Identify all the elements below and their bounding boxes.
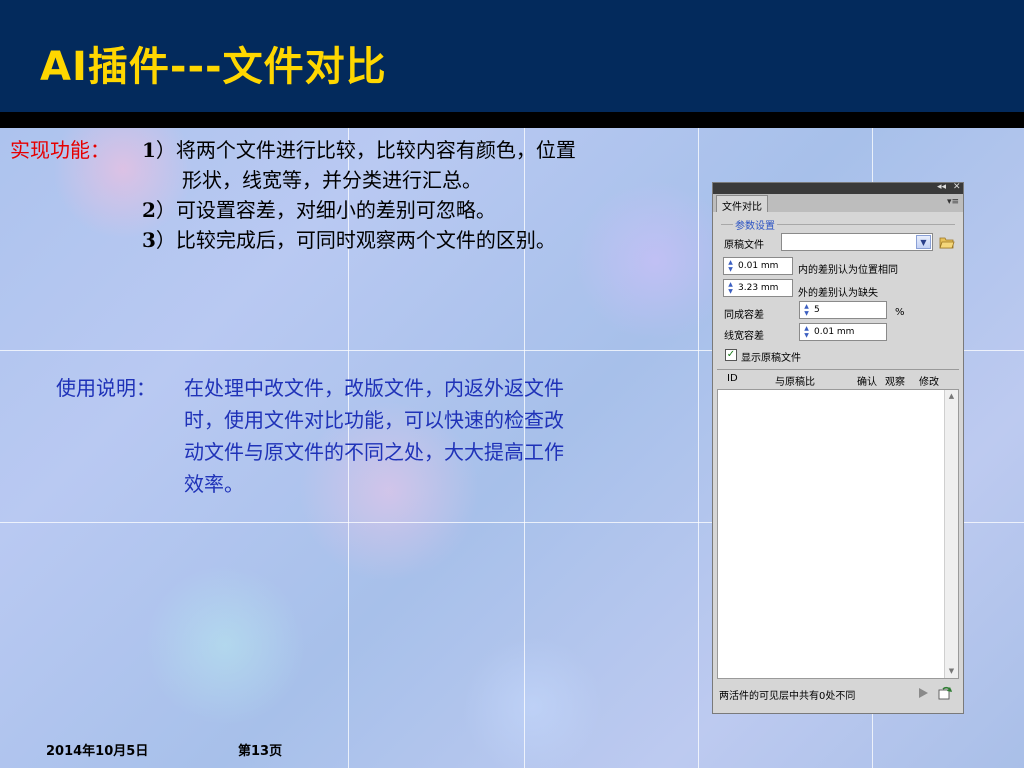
stepper-arrows-icon[interactable]: ▲ ▼ — [725, 259, 736, 273]
slide-header: AI插件---文件对比 — [0, 0, 1024, 112]
features-label: 实现功能： — [10, 138, 110, 162]
inner-tolerance-desc: 内的差别认为位置相同 — [798, 265, 898, 276]
stepper-arrows-icon[interactable]: ▲ ▼ — [725, 281, 736, 295]
stroke-tolerance-label: 线宽容差 — [724, 331, 764, 342]
scroll-down-icon[interactable]: ▼ — [945, 665, 958, 678]
slide-title: AI插件---文件对比 — [40, 44, 387, 90]
usage-label: 使用说明： — [56, 376, 156, 400]
color-tolerance-unit: % — [895, 307, 905, 318]
difference-list[interactable]: ▲ ▼ — [717, 389, 959, 679]
group-label: 参数设置 — [733, 217, 777, 232]
grid-line — [698, 127, 699, 768]
usage-line: 在处理中改文件，改版文件，内返外返文件 — [184, 376, 564, 400]
footer-date: 2014年10月5日 — [46, 744, 149, 759]
feature-item-1: 1）将两个文件进行比较，比较内容有颜色，位置 — [142, 138, 576, 162]
chevron-down-icon[interactable]: ▼ — [916, 235, 931, 249]
list-header: ID 与原稿比 确认 观察 修改 — [717, 369, 959, 388]
column-compare[interactable]: 与原稿比 — [775, 373, 815, 388]
color-tolerance-stepper[interactable]: ▲ ▼ 5 — [799, 301, 887, 319]
refresh-icon[interactable] — [937, 685, 953, 701]
footer-page-number: 第13页 — [238, 744, 283, 759]
tab-file-compare[interactable]: 文件对比 — [716, 195, 768, 213]
column-modify[interactable]: 修改 — [919, 373, 939, 388]
show-original-label: 显示原稿文件 — [741, 353, 801, 364]
original-file-label: 原稿文件 — [724, 240, 764, 251]
status-bar: 两活件的可见层中共有0处不同 — [717, 683, 959, 705]
usage-line: 动文件与原文件的不同之处，大大提高工作 — [184, 440, 564, 464]
list-scrollbar[interactable]: ▲ ▼ — [944, 390, 958, 678]
scroll-up-icon[interactable]: ▲ — [945, 390, 958, 403]
color-tolerance-label: 同成容差 — [724, 310, 764, 321]
stepper-arrows-icon[interactable]: ▲ ▼ — [801, 303, 812, 317]
status-text: 两活件的可见层中共有0处不同 — [719, 691, 856, 702]
stepper-arrows-icon[interactable]: ▲ ▼ — [801, 325, 812, 339]
column-view[interactable]: 观察 — [885, 373, 905, 388]
usage-line: 时，使用文件对比功能，可以快速的检查改 — [184, 408, 564, 432]
feature-item-1-cont: 形状，线宽等，并分类进行汇总。 — [182, 168, 482, 192]
folder-open-icon[interactable] — [939, 235, 955, 249]
column-confirm[interactable]: 确认 — [857, 373, 877, 388]
original-file-select[interactable]: ▼ — [781, 233, 933, 251]
feature-item-2: 2）可设置容差，对细小的差别可忽略。 — [142, 198, 496, 222]
feature-item-3: 3）比较完成后，可同时观察两个文件的区别。 — [142, 228, 556, 252]
column-id[interactable]: ID — [727, 373, 738, 384]
usage-line: 效率。 — [184, 472, 244, 496]
outer-tolerance-stepper[interactable]: ▲ ▼ 3.23 mm — [723, 279, 793, 297]
panel-title-bar[interactable]: ◂◂ ✕ — [713, 182, 963, 194]
show-original-checkbox[interactable]: ✓ — [725, 349, 737, 361]
stroke-tolerance-stepper[interactable]: ▲ ▼ 0.01 mm — [799, 323, 887, 341]
panel-tab-row: 文件对比 ▾≡ — [713, 194, 963, 213]
outer-tolerance-desc: 外的差别认为缺失 — [798, 288, 878, 299]
play-icon[interactable] — [917, 687, 929, 699]
header-divider — [0, 112, 1024, 128]
panel-menu-icon[interactable]: ▾≡ — [947, 197, 959, 207]
file-compare-panel: ◂◂ ✕ 文件对比 ▾≡ 参数设置 原稿文件 ▼ ▲ ▼ 0.01 mm 内的差别… — [712, 182, 964, 714]
collapse-icon[interactable]: ◂◂ — [937, 182, 946, 192]
inner-tolerance-stepper[interactable]: ▲ ▼ 0.01 mm — [723, 257, 793, 275]
close-icon[interactable]: ✕ — [953, 182, 961, 192]
